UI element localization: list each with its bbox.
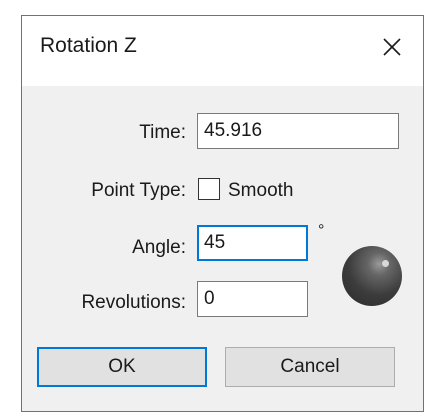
rotation-dialog: Rotation Z Time: Point Type: Smooth Angl… [21, 15, 424, 412]
dialog-title: Rotation Z [40, 34, 137, 57]
revolutions-label: Revolutions: [81, 292, 186, 313]
degree-symbol: ° [318, 222, 325, 239]
close-button[interactable] [361, 16, 423, 78]
cancel-button[interactable]: Cancel [225, 347, 395, 387]
angle-knob[interactable] [342, 246, 402, 306]
point-type-label: Point Type: [91, 180, 186, 201]
smooth-checkbox-label[interactable]: Smooth [228, 180, 293, 202]
title-bar: Rotation Z [22, 16, 423, 86]
smooth-checkbox[interactable] [198, 178, 220, 200]
angle-label: Angle: [132, 237, 186, 258]
revolutions-input[interactable] [197, 281, 308, 317]
knob-indicator [382, 260, 389, 267]
angle-input[interactable] [197, 225, 308, 261]
time-input[interactable] [197, 113, 399, 149]
close-icon [383, 38, 401, 56]
ok-button[interactable]: OK [37, 347, 207, 387]
time-label: Time: [139, 122, 186, 143]
